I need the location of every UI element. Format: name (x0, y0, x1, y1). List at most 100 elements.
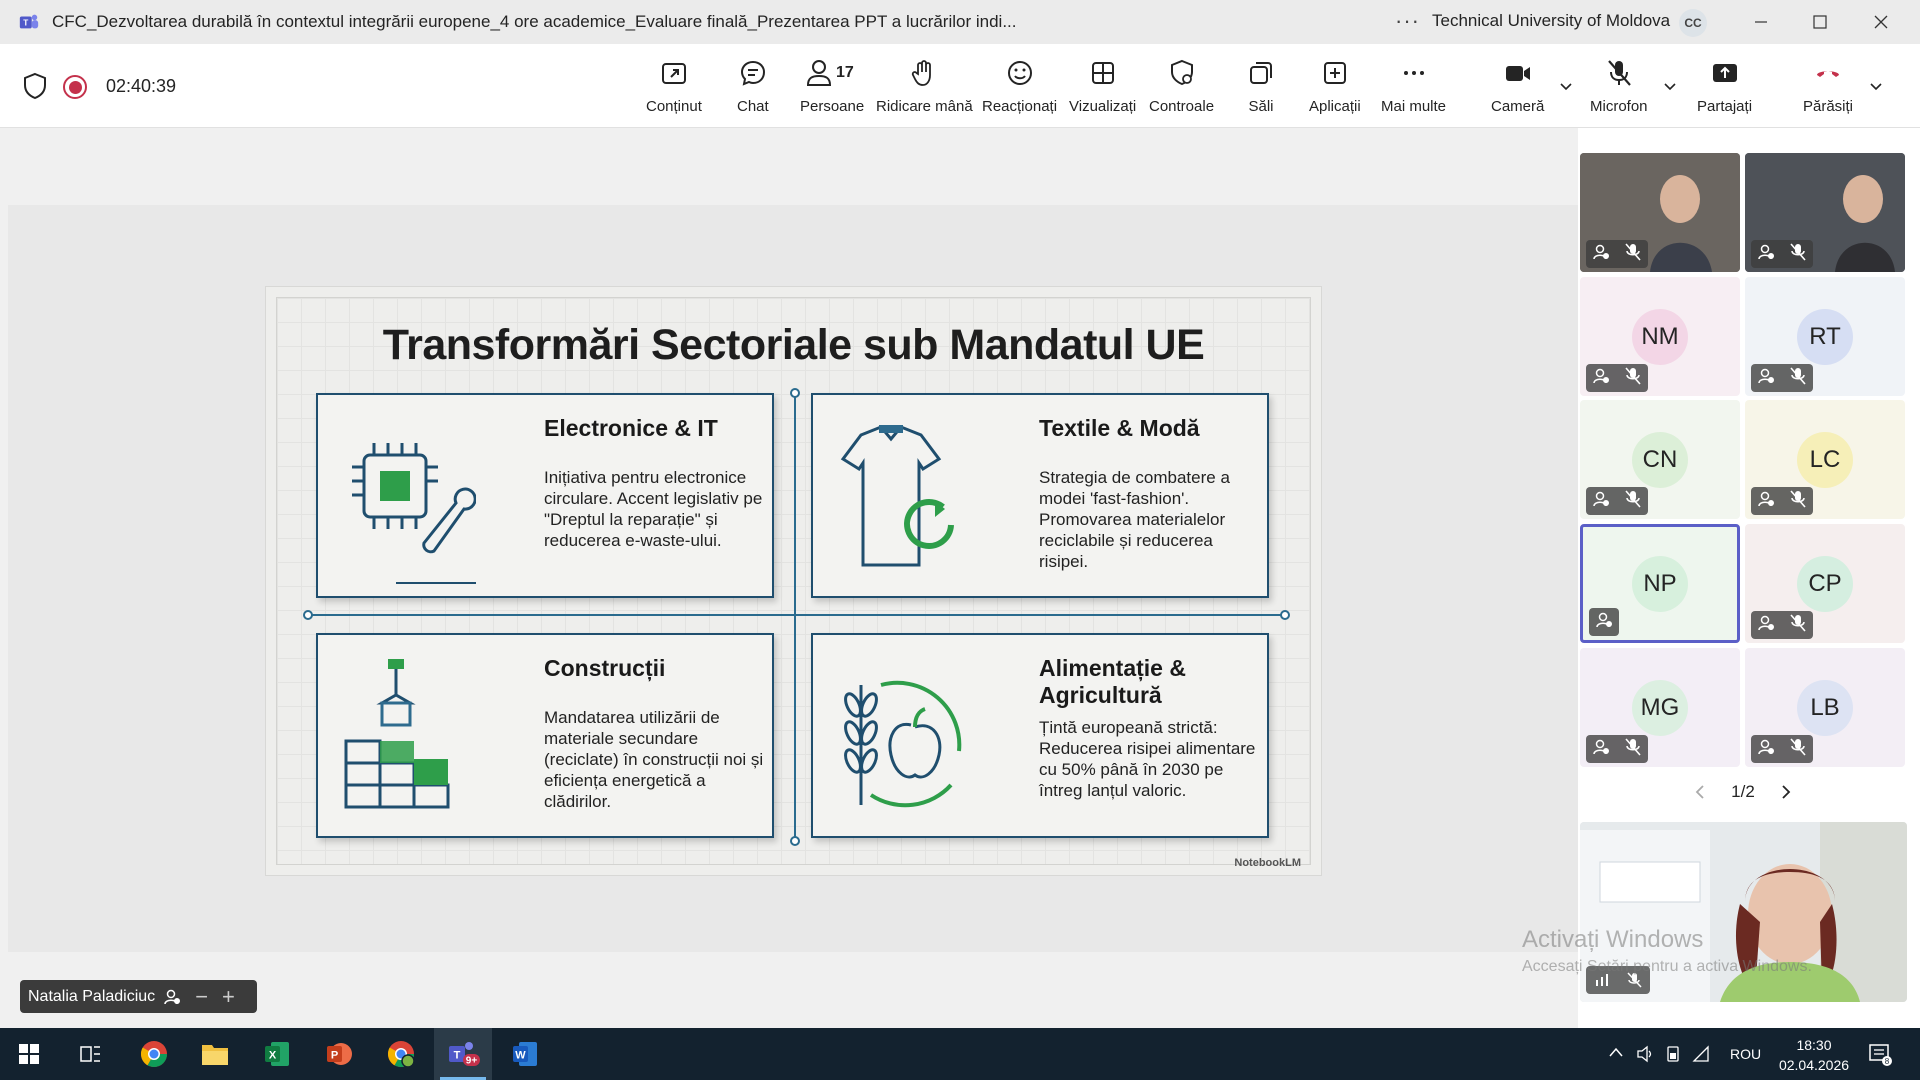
rooms-button[interactable]: Săli (1246, 58, 1276, 120)
teams-taskbar-button[interactable]: T 9+ (434, 1028, 492, 1080)
chrome-icon (140, 1041, 168, 1068)
language-indicator[interactable]: ROU (1730, 1046, 1761, 1062)
participant-status-bar (1586, 735, 1648, 763)
task-view-button[interactable] (61, 1028, 119, 1080)
watermark-line1: Activați Windows (1522, 926, 1704, 953)
guest-person-icon (1592, 738, 1610, 761)
card-food-agriculture: Alimentație & Agricultură Țintă european… (811, 633, 1269, 838)
apps-button[interactable]: Aplicații (1309, 58, 1361, 120)
mic-off-icon (1789, 366, 1807, 390)
windows-taskbar: X P T 9+ W ROU 18:30 02.04.2026 8 (0, 1028, 1920, 1080)
participant-tile[interactable] (1580, 153, 1740, 272)
zoom-out-icon[interactable]: − (195, 985, 208, 1007)
chevron-right-icon[interactable] (1779, 784, 1793, 800)
microphone-button[interactable]: Microfon (1590, 58, 1648, 120)
microphone-chevron-down-icon[interactable] (1663, 80, 1677, 94)
presenter-name-bar: Natalia Paladiciuc − + (20, 980, 257, 1013)
shield-icon[interactable] (22, 72, 48, 100)
word-icon: W (513, 1042, 537, 1066)
mic-off-icon (1789, 737, 1807, 761)
mic-off-icon (1789, 489, 1807, 513)
battery-icon[interactable] (1664, 1045, 1682, 1063)
stage-header-area (8, 128, 1578, 205)
chrome-taskbar-button[interactable] (125, 1028, 183, 1080)
slide-horizontal-connector (308, 614, 1284, 616)
powerpoint-taskbar-button[interactable]: P (310, 1028, 368, 1080)
participant-tile[interactable]: CN (1580, 400, 1740, 519)
camera-button[interactable]: Cameră (1491, 58, 1544, 120)
participant-avatar: NM (1632, 308, 1688, 365)
folder-icon (202, 1045, 228, 1065)
apps-button-label: Aplicații (1309, 98, 1361, 115)
chrome-canary-taskbar-button[interactable] (372, 1028, 430, 1080)
guest-person-icon (1757, 738, 1775, 761)
card-textiles: Textile & Modă Strategia de combatere a … (811, 393, 1269, 598)
participant-tile[interactable]: LB (1745, 648, 1905, 767)
chat-button-label: Chat (737, 98, 769, 115)
guest-person-icon (1595, 611, 1613, 634)
people-count: 17 (836, 64, 854, 81)
maximize-button[interactable] (1803, 6, 1837, 38)
card-textiles-body: Strategia de combatere a modei 'fast-fas… (1039, 468, 1230, 571)
connector-node (790, 836, 800, 846)
microphone-button-label: Microfon (1590, 98, 1648, 115)
participant-status-bar (1751, 611, 1813, 639)
file-explorer-taskbar-button[interactable] (186, 1028, 244, 1080)
notification-center-button[interactable]: 8 (1868, 1042, 1892, 1069)
clock-time: 18:30 (1796, 1037, 1832, 1053)
mic-off-icon (1624, 489, 1642, 513)
participant-status-bar (1586, 240, 1648, 268)
participant-status-bar (1751, 364, 1813, 392)
account-avatar[interactable]: CC (1679, 9, 1707, 37)
rooms-button-label: Săli (1248, 98, 1274, 115)
word-taskbar-button[interactable]: W (496, 1028, 554, 1080)
speaker-icon[interactable] (1636, 1045, 1654, 1063)
participant-tile[interactable] (1745, 153, 1905, 272)
title-bar: T CFC_Dezvoltarea durabilă în contextul … (0, 0, 1920, 44)
chevron-left-icon[interactable] (1693, 784, 1707, 800)
view-button[interactable]: Vizualizați (1069, 58, 1136, 120)
share-icon (1712, 64, 1737, 82)
excel-taskbar-button[interactable]: X (248, 1028, 306, 1080)
window-title: CFC_Dezvoltarea durabilă în contextul in… (52, 12, 1017, 31)
content-button[interactable]: Conținut (646, 58, 702, 120)
participant-tile[interactable]: RT (1745, 277, 1905, 396)
wifi-icon[interactable] (1692, 1045, 1710, 1063)
mic-off-icon (1789, 613, 1807, 637)
camera-chevron-down-icon[interactable] (1559, 80, 1573, 94)
controls-button-label: Controale (1149, 98, 1215, 115)
minimize-button[interactable] (1744, 6, 1778, 38)
svg-text:P: P (331, 1050, 338, 1062)
leave-button[interactable]: Părăsiți (1803, 58, 1853, 120)
participant-tile[interactable]: NM (1580, 277, 1740, 396)
leave-chevron-down-icon[interactable] (1869, 80, 1883, 94)
participant-status-bar (1589, 608, 1619, 636)
participant-tile[interactable]: LC (1745, 400, 1905, 519)
organization-name[interactable]: Technical University of Moldova (1432, 11, 1670, 31)
more-options-icon[interactable]: ··· (1395, 8, 1420, 34)
people-button[interactable]: 17 Persoane (800, 58, 864, 120)
notifications-icon: 8 (1869, 1044, 1892, 1066)
participant-tile[interactable]: MG (1580, 648, 1740, 767)
teams-app-icon: T (19, 14, 39, 29)
raise-hand-button[interactable]: Ridicare mână (876, 58, 973, 120)
start-button[interactable] (0, 1028, 58, 1080)
controls-button[interactable]: Controale (1149, 58, 1214, 120)
close-button[interactable] (1864, 6, 1898, 38)
reactions-button[interactable]: Reacționați (982, 58, 1057, 120)
participant-avatar: MG (1632, 679, 1688, 736)
participant-tile[interactable]: NP (1580, 524, 1740, 643)
participant-tile[interactable]: CP (1745, 524, 1905, 643)
reactions-button-label: Reacționați (982, 98, 1058, 115)
chat-button[interactable]: Chat (737, 58, 769, 120)
recording-indicator-icon (63, 75, 87, 99)
raise-hand-icon (912, 60, 932, 86)
windows-activation-watermark: Activați Windows Accesați Setări pentru … (1522, 926, 1812, 976)
system-clock[interactable]: 18:30 02.04.2026 (1776, 1035, 1852, 1075)
zoom-in-icon[interactable]: + (222, 985, 235, 1007)
leave-icon (1817, 71, 1840, 77)
chevron-up-icon[interactable] (1608, 1046, 1624, 1058)
guest-person-icon (1757, 614, 1775, 637)
share-button[interactable]: Partajați (1697, 58, 1752, 120)
more-button[interactable]: Mai multe (1381, 58, 1446, 120)
